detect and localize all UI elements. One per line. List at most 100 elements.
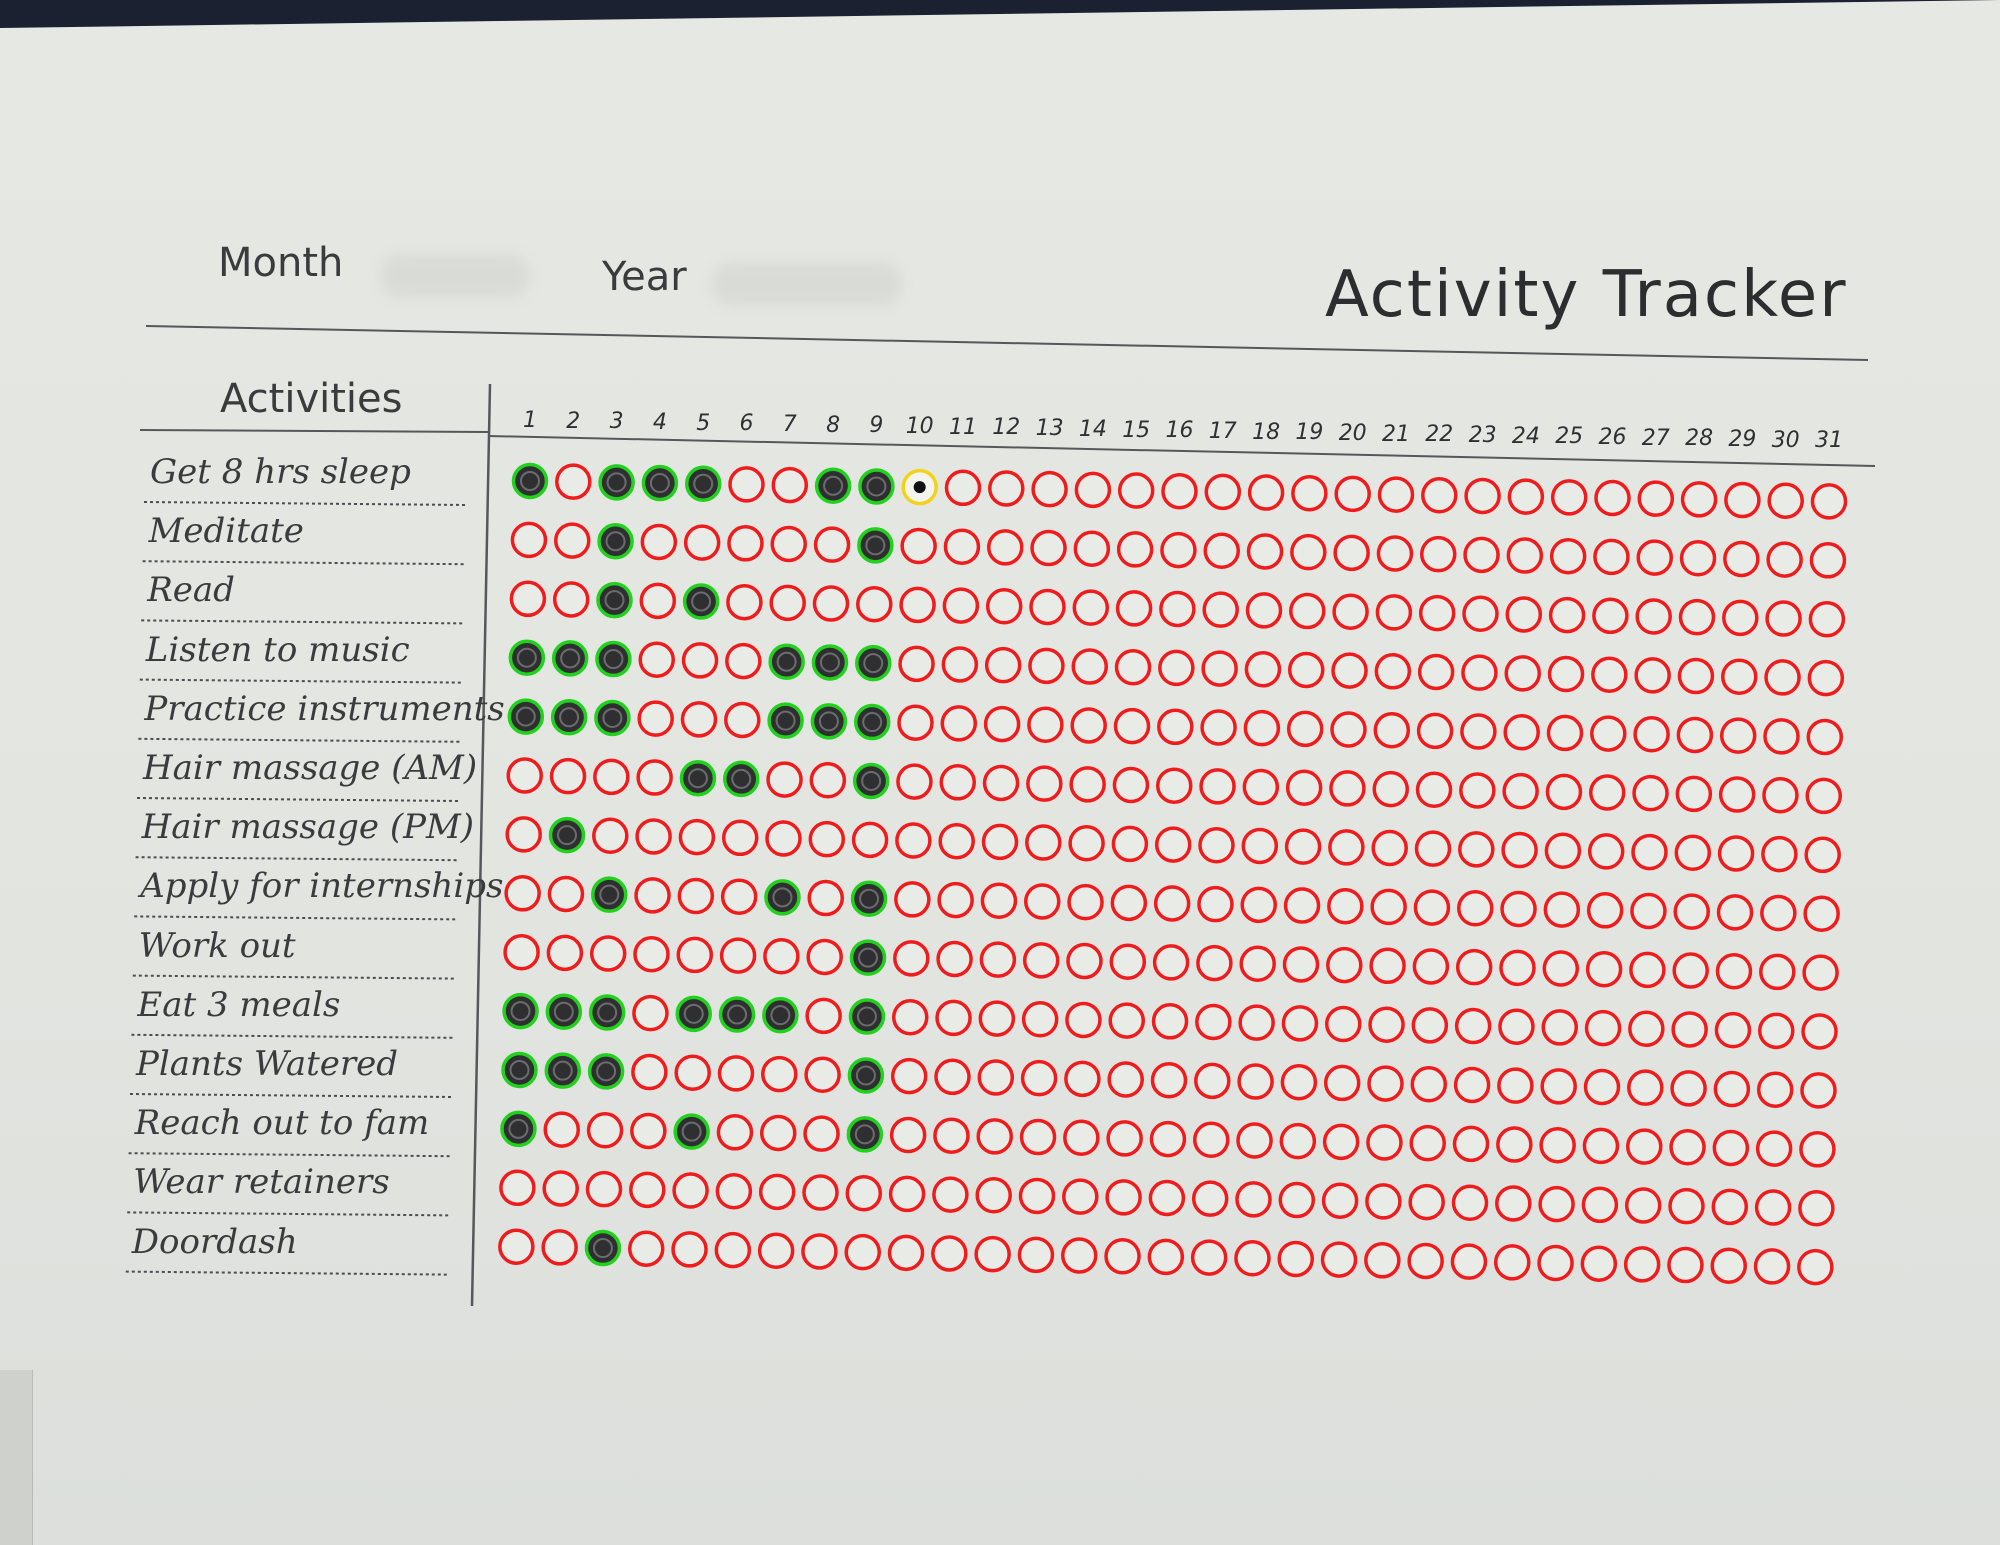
day-circle-empty[interactable]	[542, 1170, 579, 1207]
day-circle-done[interactable]	[811, 644, 849, 681]
day-circle-done[interactable]	[550, 699, 588, 736]
day-circle-empty[interactable]	[1461, 654, 1498, 691]
day-circle-empty[interactable]	[1374, 653, 1412, 690]
day-circle-empty[interactable]	[758, 1173, 796, 1211]
day-circle-done[interactable]	[548, 816, 586, 854]
day-circle-empty[interactable]	[1409, 1124, 1446, 1162]
day-circle-empty[interactable]	[1201, 650, 1238, 687]
day-circle-empty[interactable]	[942, 587, 980, 624]
day-circle-empty[interactable]	[807, 879, 844, 917]
day-circle-empty[interactable]	[1809, 542, 1847, 579]
day-circle-empty[interactable]	[499, 1169, 536, 1207]
day-circle-empty[interactable]	[1194, 1062, 1231, 1100]
day-circle-done[interactable]	[849, 939, 887, 976]
day-circle-empty[interactable]	[1462, 595, 1499, 633]
day-circle-empty[interactable]	[1459, 772, 1496, 809]
day-circle-empty[interactable]	[1366, 1124, 1403, 1161]
day-circle-empty[interactable]	[1550, 479, 1588, 516]
day-circle-done[interactable]	[723, 760, 760, 798]
day-circle-empty[interactable]	[1628, 1010, 1665, 1048]
day-circle-done[interactable]	[847, 1057, 885, 1094]
day-circle-empty[interactable]	[1071, 648, 1108, 685]
day-circle-empty[interactable]	[890, 1057, 928, 1095]
day-circle-empty[interactable]	[1021, 1001, 1059, 1038]
day-circle-empty[interactable]	[1067, 883, 1104, 921]
day-circle-empty[interactable]	[1803, 895, 1840, 932]
day-circle-empty[interactable]	[1754, 1189, 1792, 1226]
day-circle-empty[interactable]	[1760, 894, 1797, 932]
day-circle-empty[interactable]	[637, 700, 674, 737]
day-circle-empty[interactable]	[554, 522, 591, 559]
day-circle-empty[interactable]	[1585, 950, 1623, 988]
day-circle-empty[interactable]	[1451, 1184, 1489, 1222]
day-circle-empty[interactable]	[1372, 770, 1409, 808]
day-circle-empty[interactable]	[631, 1053, 668, 1091]
day-circle-empty[interactable]	[677, 877, 715, 915]
day-circle-done[interactable]	[762, 996, 799, 1034]
day-circle-empty[interactable]	[726, 583, 763, 621]
day-circle-empty[interactable]	[1285, 769, 1323, 806]
day-circle-done[interactable]	[855, 644, 892, 682]
day-circle-empty[interactable]	[1282, 946, 1320, 983]
day-circle-empty[interactable]	[1719, 717, 1757, 754]
day-circle-empty[interactable]	[1283, 887, 1321, 924]
day-circle-empty[interactable]	[1591, 656, 1628, 693]
day-circle-empty[interactable]	[1669, 1129, 1706, 1166]
day-circle-empty[interactable]	[895, 822, 932, 859]
day-circle-empty[interactable]	[1537, 1244, 1574, 1282]
day-circle-empty[interactable]	[1321, 1182, 1359, 1219]
day-circle-empty[interactable]	[1416, 712, 1454, 750]
day-circle-empty[interactable]	[592, 817, 629, 855]
day-circle-empty[interactable]	[1153, 885, 1191, 922]
day-circle-empty[interactable]	[1069, 766, 1106, 803]
day-circle-empty[interactable]	[1236, 1122, 1273, 1159]
day-circle-empty[interactable]	[888, 1175, 926, 1213]
day-circle-empty[interactable]	[639, 582, 677, 620]
day-circle-empty[interactable]	[1810, 483, 1848, 520]
day-circle-done[interactable]	[768, 643, 805, 681]
day-circle-empty[interactable]	[1111, 825, 1149, 863]
day-circle-empty[interactable]	[1104, 1237, 1141, 1275]
day-circle-empty[interactable]	[1018, 1177, 1056, 1215]
day-circle-empty[interactable]	[632, 994, 669, 1032]
day-circle-empty[interactable]	[851, 821, 889, 859]
day-circle-empty[interactable]	[805, 997, 842, 1035]
day-circle-empty[interactable]	[936, 940, 973, 978]
day-circle-empty[interactable]	[716, 1114, 754, 1151]
day-circle-empty[interactable]	[1722, 599, 1759, 637]
day-circle-empty[interactable]	[633, 935, 670, 973]
day-circle-empty[interactable]	[1202, 591, 1239, 628]
day-circle-empty[interactable]	[1501, 831, 1538, 869]
day-circle-empty[interactable]	[1247, 474, 1285, 511]
day-circle-empty[interactable]	[1630, 892, 1667, 930]
day-circle-empty[interactable]	[1450, 1243, 1488, 1280]
day-circle-empty[interactable]	[892, 998, 929, 1036]
day-circle-empty[interactable]	[547, 875, 585, 913]
day-circle-empty[interactable]	[1415, 771, 1453, 809]
day-circle-empty[interactable]	[1242, 768, 1280, 806]
day-circle-done[interactable]	[850, 880, 888, 917]
day-circle-empty[interactable]	[1458, 831, 1495, 868]
day-circle-empty[interactable]	[1239, 945, 1276, 983]
day-circle-done[interactable]	[544, 1052, 582, 1089]
day-circle-empty[interactable]	[1548, 596, 1586, 634]
day-circle-empty[interactable]	[1464, 477, 1501, 515]
day-circle-empty[interactable]	[1764, 659, 1801, 696]
day-circle-empty[interactable]	[1158, 649, 1195, 687]
day-circle-empty[interactable]	[1673, 893, 1710, 930]
day-circle-empty[interactable]	[509, 580, 547, 618]
day-circle-empty[interactable]	[1593, 538, 1630, 576]
day-circle-empty[interactable]	[715, 1172, 753, 1210]
day-circle-empty[interactable]	[1073, 530, 1111, 567]
day-circle-empty[interactable]	[638, 641, 675, 678]
day-circle-empty[interactable]	[503, 933, 540, 971]
day-circle-empty[interactable]	[1280, 1063, 1318, 1101]
day-circle-empty[interactable]	[1545, 773, 1583, 811]
day-circle-empty[interactable]	[983, 705, 1021, 743]
day-circle-empty[interactable]	[681, 642, 719, 679]
day-circle-empty[interactable]	[1592, 597, 1629, 635]
day-circle-empty[interactable]	[1495, 1185, 1532, 1222]
day-circle-empty[interactable]	[1800, 1072, 1837, 1109]
day-circle-empty[interactable]	[760, 1114, 797, 1152]
day-circle-empty[interactable]	[1710, 1247, 1747, 1284]
